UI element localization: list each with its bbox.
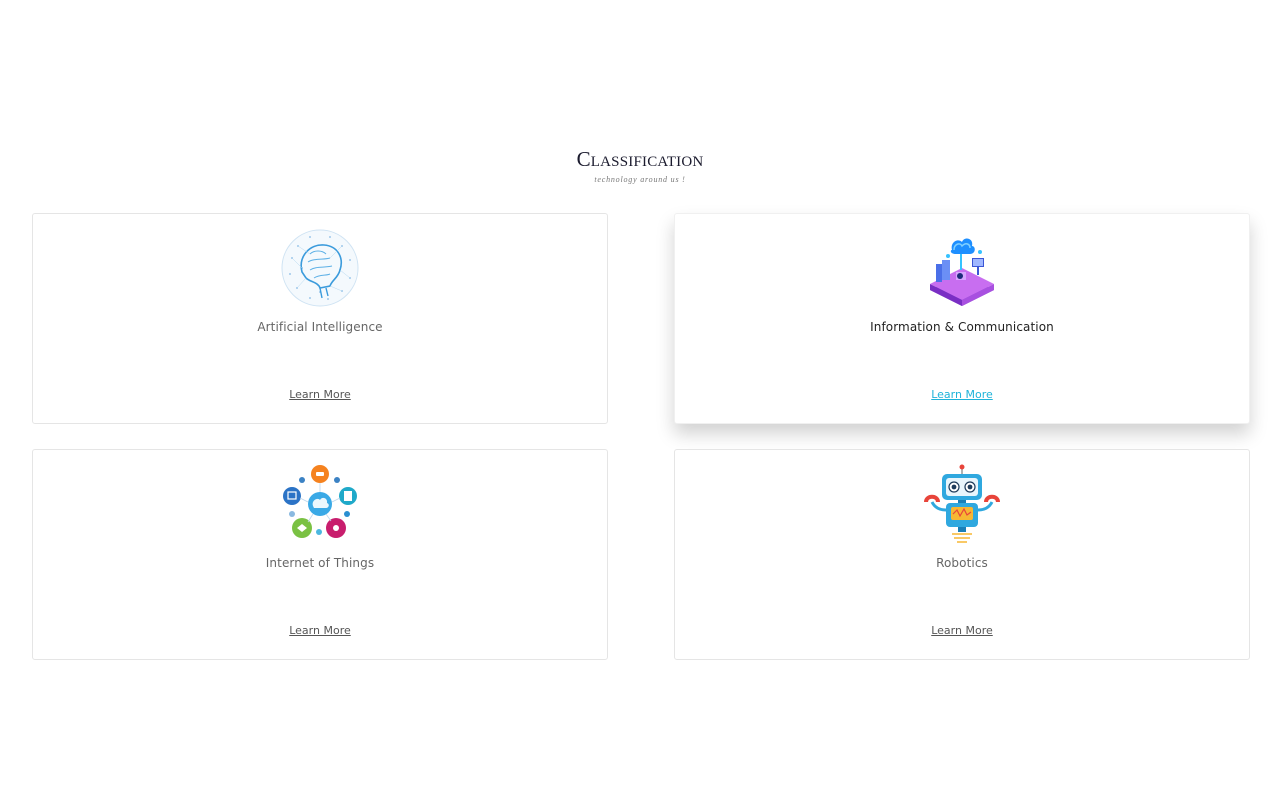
card-robotics[interactable]: Robotics Learn More	[674, 449, 1250, 660]
card-title: Internet of Things	[265, 556, 375, 570]
learn-more-link[interactable]: Learn More	[675, 624, 1249, 637]
card-internet-of-things[interactable]: Internet of Things Learn More	[32, 449, 608, 660]
robot-icon	[922, 464, 1002, 544]
card-title: Robotics	[936, 556, 988, 570]
iot-network-icon	[280, 464, 360, 544]
card-information-communication[interactable]: Information & Communication Learn More	[674, 213, 1250, 424]
learn-more-link[interactable]: Learn More	[33, 624, 607, 637]
card-artificial-intelligence[interactable]: Artificial Intelligence Learn More	[32, 213, 608, 424]
isometric-workstation-icon	[922, 228, 1002, 308]
section-header: Classification technology around us !	[0, 146, 1280, 184]
card-title: Information & Communication	[870, 320, 1054, 334]
page-subtitle: technology around us !	[594, 175, 686, 184]
learn-more-link[interactable]: Learn More	[33, 388, 607, 401]
learn-more-link[interactable]: Learn More	[675, 388, 1249, 401]
card-title: Artificial Intelligence	[257, 320, 383, 334]
brain-network-icon	[280, 228, 360, 308]
page-title: Classification	[576, 147, 704, 171]
